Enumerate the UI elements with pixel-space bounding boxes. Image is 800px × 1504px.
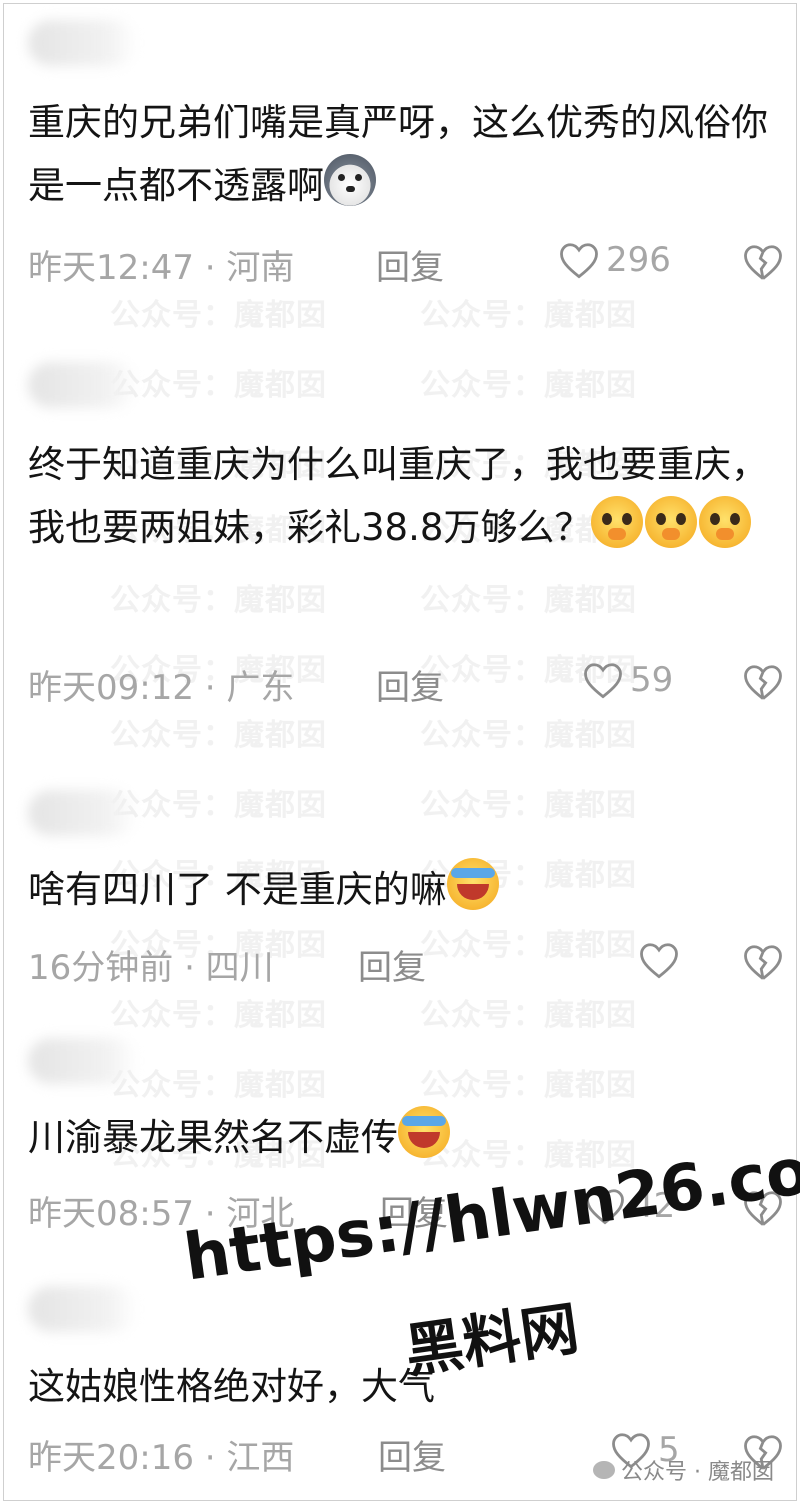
reply-button[interactable]: 回复: [358, 940, 426, 989]
comment-text: 啥有四川了 不是重庆的嘛: [28, 858, 776, 921]
avatar[interactable]: [28, 20, 138, 66]
reply-button[interactable]: 回复: [378, 1430, 446, 1479]
comment-text-content: 这姑娘性格绝对好，大气: [28, 1365, 435, 1408]
comment-meta: 昨天09:12 · 广东 回复 59: [28, 660, 782, 710]
comment-meta: 昨天12:47 · 河南 回复 296: [28, 240, 782, 290]
footer-watermark-label: 公众号 · 魔都囡: [621, 1460, 774, 1485]
comment-text-content: 重庆的兄弟们嘴是真严呀，这么优秀的风俗你是一点都不透露啊: [28, 101, 768, 207]
comment-time-location: 昨天12:47 · 河南: [28, 248, 295, 288]
laughing-emoji-icon: [398, 1106, 450, 1158]
avatar[interactable]: [28, 1286, 138, 1332]
comment-text-content: 啥有四川了 不是重庆的嘛: [28, 868, 447, 911]
like-button[interactable]: [638, 940, 686, 980]
comment-text: 这姑娘性格绝对好，大气: [28, 1356, 776, 1418]
reply-button[interactable]: 回复: [376, 240, 444, 289]
like-button[interactable]: 296: [558, 240, 671, 280]
crying-emoji-icon: [645, 496, 698, 548]
reply-button[interactable]: 回复: [376, 660, 444, 709]
like-count: 59: [630, 660, 674, 700]
comment-text: 重庆的兄弟们嘴是真严呀，这么优秀的风俗你是一点都不透露啊: [28, 92, 776, 217]
comment-text-content: 川渝暴龙果然名不虚传: [28, 1116, 398, 1159]
comment-time-location: 昨天09:12 · 广东: [28, 668, 295, 708]
footer-watermark: 公众号 · 魔都囡: [593, 1454, 774, 1486]
like-count: 296: [606, 240, 671, 280]
heart-outline-icon: [584, 663, 622, 699]
heart-outline-icon: [640, 943, 678, 979]
comment-text: 终于知道重庆为什么叫重庆了，我也要重庆，我也要两姐妹，彩礼38.8万够么？: [28, 434, 776, 559]
heart-outline-icon: [560, 243, 598, 279]
comment-time-location: 16分钟前 · 四川: [28, 948, 274, 988]
comment-meta: 16分钟前 · 四川 回复: [28, 940, 782, 990]
comment-time-location: 昨天20:16 · 江西: [28, 1438, 295, 1478]
laughing-emoji-icon: [446, 858, 499, 910]
like-button[interactable]: 59: [582, 660, 673, 700]
avatar[interactable]: [28, 790, 138, 836]
avatar[interactable]: [28, 362, 138, 408]
broken-heart-icon[interactable]: [742, 242, 784, 282]
avatar[interactable]: [28, 1038, 138, 1084]
crying-emoji-icon: [591, 496, 644, 548]
broken-heart-icon[interactable]: [742, 942, 784, 982]
crying-emoji-icon: [699, 496, 752, 548]
husky-emoji-icon: [324, 154, 376, 206]
wechat-icon: [593, 1461, 616, 1479]
broken-heart-icon[interactable]: [742, 662, 784, 702]
screenshot-frame: [3, 3, 797, 1501]
